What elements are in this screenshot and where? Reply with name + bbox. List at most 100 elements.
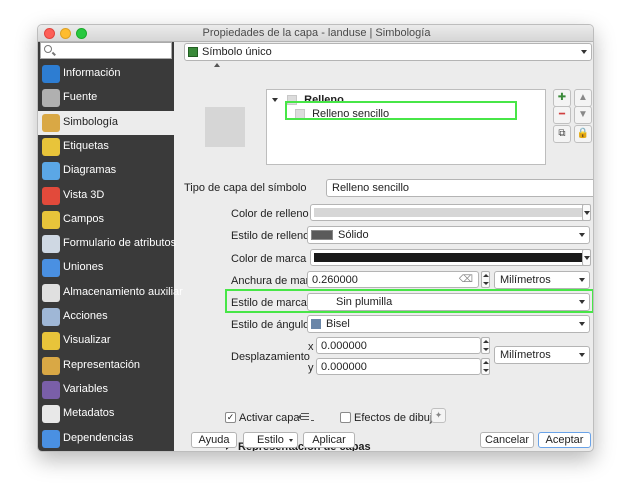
fill-color-label: Color de relleno bbox=[231, 208, 309, 220]
sidebar-item-label: Almacenamiento auxiliar bbox=[63, 285, 183, 298]
symbol-layer-type-select[interactable]: Relleno sencillo bbox=[326, 179, 593, 197]
offset-y-input[interactable]: 0.000000 bbox=[316, 358, 481, 375]
offset-unit-select[interactable]: Milímetros bbox=[494, 346, 590, 364]
sidebar-item-label: Información bbox=[63, 67, 121, 79]
sidebar-item-label: Uniones bbox=[63, 261, 104, 274]
sidebar-item-6[interactable]: Vista 3D bbox=[38, 184, 174, 208]
sidebar-item-12[interactable]: Visualizar bbox=[38, 329, 174, 353]
paintbrush-render-icon bbox=[42, 356, 60, 375]
fields-icon bbox=[42, 210, 60, 229]
renderer-select[interactable]: Símbolo único bbox=[184, 43, 592, 61]
sidebar-item-10[interactable]: Almacenamiento auxiliar bbox=[38, 281, 183, 305]
sidebar-item-label: Diagramas bbox=[63, 164, 117, 177]
cube-3d-icon bbox=[42, 186, 60, 205]
move-down-button[interactable]: ▼ bbox=[574, 106, 592, 124]
sidebar-search-input[interactable] bbox=[40, 42, 172, 59]
highlight-tree-child bbox=[285, 101, 517, 120]
accept-button[interactable]: Aceptar bbox=[538, 432, 591, 448]
offset-x-input[interactable]: 0.000000 bbox=[316, 337, 481, 354]
highlight-stroke-style bbox=[225, 289, 593, 313]
offset-y-value: 0.000000 bbox=[321, 361, 367, 373]
layer-properties-window: Propiedades de la capa - landuse | Simbo… bbox=[37, 24, 594, 452]
scroll-up-arrow-icon[interactable] bbox=[214, 63, 220, 67]
stroke-color-button[interactable] bbox=[310, 249, 590, 266]
window-title: Propiedades de la capa - landuse | Simbo… bbox=[202, 27, 431, 39]
storage-icon bbox=[42, 283, 60, 302]
draw-effects-checkbox[interactable] bbox=[340, 412, 351, 423]
offset-x-label: x bbox=[308, 341, 314, 353]
sidebar-item-5[interactable]: Diagramas bbox=[38, 159, 174, 183]
search-icon bbox=[44, 45, 52, 53]
sidebar-item-label: Campos bbox=[63, 212, 104, 225]
sidebar-item-7[interactable]: Campos bbox=[38, 208, 174, 232]
sidebar-item-13[interactable]: Representación bbox=[38, 354, 174, 378]
dependencies-icon bbox=[42, 429, 60, 448]
style-menu-button[interactable]: Estilo bbox=[243, 432, 298, 448]
move-up-button[interactable]: ▲ bbox=[574, 89, 592, 107]
join-style-select[interactable]: Bisel bbox=[307, 315, 590, 333]
enable-layer-label: Activar capa bbox=[239, 412, 300, 424]
sidebar-item-16[interactable]: Dependencias bbox=[38, 427, 174, 451]
draw-effects-label: Efectos de dibujo bbox=[354, 412, 439, 424]
sidebar-item-3[interactable]: Simbología bbox=[38, 110, 174, 135]
lock-icon[interactable]: 🔒 bbox=[574, 125, 592, 143]
chevron-down-icon bbox=[579, 322, 585, 326]
fill-style-value: Sólido bbox=[338, 229, 369, 241]
fill-style-swatch bbox=[311, 230, 333, 241]
stroke-width-value: 0.260000 bbox=[312, 274, 358, 286]
stroke-width-unit-select[interactable]: Milímetros bbox=[494, 271, 590, 289]
metadata-icon bbox=[42, 405, 60, 424]
fill-style-label: Estilo de relleno bbox=[231, 230, 310, 242]
sidebar-item-9[interactable]: Uniones bbox=[38, 256, 174, 280]
data-defined-override-icon[interactable] bbox=[298, 411, 314, 424]
chevron-down-icon bbox=[579, 353, 585, 357]
join-icon bbox=[42, 259, 60, 278]
duplicate-layer-button[interactable]: ⧉ bbox=[553, 125, 571, 143]
expand-arrow-icon[interactable] bbox=[272, 98, 278, 103]
apply-button[interactable]: Aplicar bbox=[303, 432, 355, 448]
bevel-join-icon bbox=[311, 319, 321, 330]
sidebar-item-label: Metadatos bbox=[63, 407, 115, 420]
sidebar-item-2[interactable]: Fuente bbox=[38, 86, 174, 110]
offset-unit-value: Milímetros bbox=[500, 349, 551, 361]
symbol-layer-type-label: Tipo de capa del símbolo bbox=[184, 182, 307, 194]
add-layer-button[interactable]: ✚ bbox=[553, 89, 571, 107]
clear-field-icon[interactable]: ⌫ bbox=[459, 274, 473, 285]
title-bar: Propiedades de la capa - landuse | Simbo… bbox=[38, 25, 593, 42]
speech-bubble-icon bbox=[42, 332, 60, 351]
offset-y-spinner[interactable] bbox=[481, 358, 490, 375]
offset-x-value: 0.000000 bbox=[321, 340, 367, 352]
sidebar-item-11[interactable]: Acciones bbox=[38, 305, 174, 329]
remove-layer-button[interactable]: ━ bbox=[553, 106, 571, 124]
sidebar-item-label: Dependencias bbox=[63, 431, 134, 444]
fill-style-select[interactable]: Sólido bbox=[307, 226, 590, 244]
sidebar-item-4[interactable]: Etiquetas bbox=[38, 135, 174, 159]
stroke-width-input[interactable]: 0.260000 ⌫ bbox=[307, 271, 479, 288]
stroke-color-label: Color de marca bbox=[231, 253, 307, 265]
stroke-color-swatch bbox=[314, 253, 586, 262]
wrench-icon bbox=[42, 89, 60, 108]
sidebar-item-15[interactable]: Metadatos bbox=[38, 402, 174, 426]
sidebar-item-1[interactable]: Información bbox=[38, 62, 174, 86]
fill-color-button[interactable] bbox=[310, 204, 590, 221]
offset-x-spinner[interactable] bbox=[481, 337, 490, 354]
info-icon bbox=[42, 65, 60, 83]
variables-icon bbox=[42, 380, 60, 399]
sidebar-item-8[interactable]: Formulario de atributos bbox=[38, 232, 176, 256]
stroke-color-dropdown[interactable] bbox=[582, 249, 591, 266]
style-menu-label: Estilo bbox=[257, 434, 284, 446]
stroke-width-spinner[interactable] bbox=[481, 271, 490, 288]
help-button[interactable]: Ayuda bbox=[191, 432, 237, 448]
sidebar-item-label: Representación bbox=[63, 358, 141, 371]
chevron-down-icon bbox=[579, 233, 585, 237]
sidebar-item-label: Visualizar bbox=[63, 334, 111, 347]
sidebar-item-label: Etiquetas bbox=[63, 139, 109, 152]
fill-color-dropdown[interactable] bbox=[582, 204, 591, 221]
effects-star-icon[interactable]: ✦ bbox=[431, 408, 446, 423]
enable-layer-checkbox[interactable]: ✓ bbox=[225, 412, 236, 423]
sidebar-item-label: Simbología bbox=[63, 115, 119, 128]
offset-y-label: y bbox=[308, 362, 314, 374]
renderer-value: Símbolo único bbox=[202, 46, 272, 58]
cancel-button[interactable]: Cancelar bbox=[480, 432, 534, 448]
sidebar-item-14[interactable]: Variables bbox=[38, 378, 174, 402]
